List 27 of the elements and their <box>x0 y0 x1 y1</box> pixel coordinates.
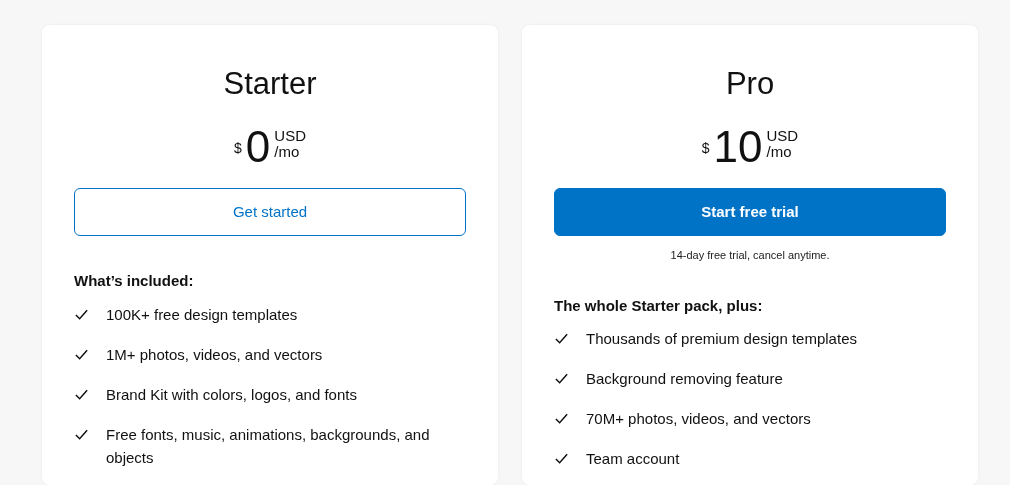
plan-name: Pro <box>724 65 776 103</box>
check-icon <box>554 331 569 347</box>
plan-name: Starter <box>222 65 318 103</box>
check-icon <box>554 371 569 387</box>
features-heading: What’s included: <box>74 271 195 292</box>
plan-button[interactable]: Start free trial <box>554 188 946 237</box>
feature-text: Free fonts, music, animations, backgrounds, and objects <box>106 424 431 468</box>
currency-symbol: $ <box>234 138 242 158</box>
billing-period: /mo <box>274 144 301 161</box>
feature-text: 1M+ photos, videos, and vectors <box>106 344 323 365</box>
currency-code: USD <box>766 127 799 145</box>
feature-text: Team account <box>586 449 680 470</box>
feature-text: Thousands of premium design templates <box>586 329 857 350</box>
feature-text: 70M+ photos, videos, and vectors <box>586 409 811 430</box>
price-amount: 10 <box>713 125 763 170</box>
features-heading: The whole Starter pack, plus: <box>554 295 764 316</box>
currency-symbol: $ <box>701 138 710 158</box>
billing-period: /mo <box>766 144 793 161</box>
check-icon <box>554 451 569 467</box>
currency-code: USD <box>274 127 306 145</box>
feature-text: Background removing feature <box>586 369 783 390</box>
trial-note: 14-day free trial, cancel anytime. <box>669 248 831 264</box>
price-amount: 0 <box>245 125 271 170</box>
feature-text: Brand Kit with colors, logos, and fonts <box>106 384 357 405</box>
check-icon <box>554 411 569 427</box>
plan-button[interactable]: Get started <box>74 188 466 237</box>
feature-text: 100K+ free design templates <box>106 304 298 325</box>
